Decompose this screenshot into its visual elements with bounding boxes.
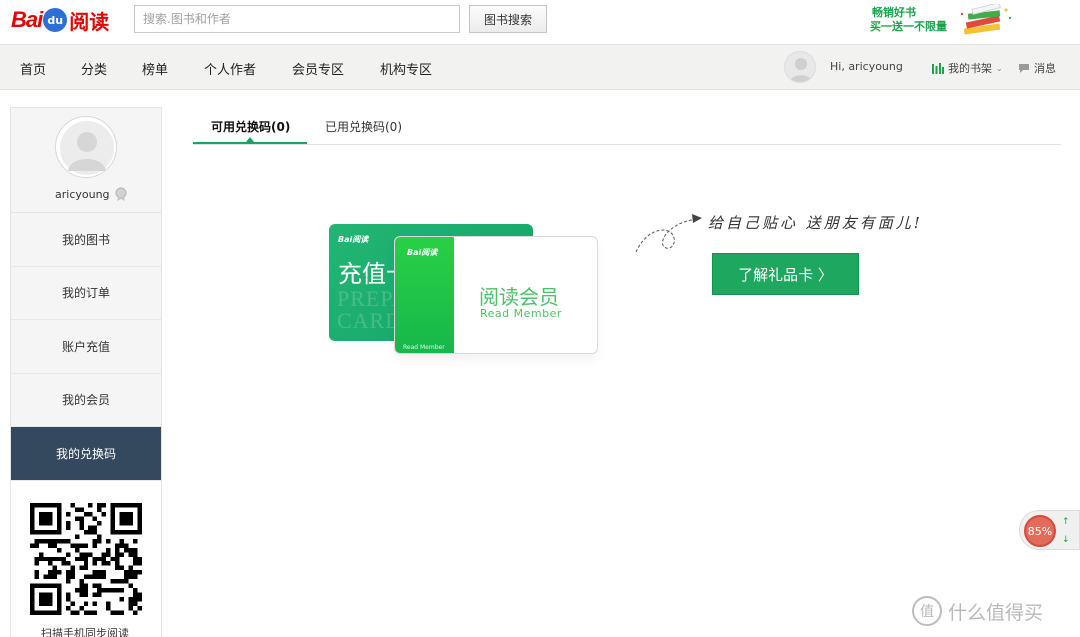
qr-code-icon [30, 502, 142, 615]
watermark-logo-icon: 值 [912, 596, 942, 626]
progress-percent: 85% [1024, 515, 1056, 547]
nav-item-personal-author[interactable]: 个人作者 [204, 59, 256, 78]
member-card-strip: Bai阅读 Read Member [395, 237, 454, 353]
member-card-logo: Bai阅读 [407, 248, 438, 257]
member-card: Bai阅读 Read Member 阅读会员 Read Member [394, 236, 598, 354]
scroll-arrows: ↑ ↓ [1062, 513, 1070, 549]
member-card-title-en: Read Member [480, 307, 562, 320]
gift-tagline: 给自己贴心 送朋友有面儿! [708, 214, 923, 232]
bookshelf-label: 我的书架 [948, 62, 992, 75]
top-bar: Bai du 阅读 图书搜索 畅销好书 买一送一不限量 [0, 0, 1080, 44]
logo-du: du [43, 8, 68, 32]
sidebar-item-my-orders[interactable]: 我的订单 [11, 266, 161, 320]
learn-gift-card-button[interactable]: 了解礼品卡 〉 [712, 253, 859, 295]
doodle-arrow-icon [635, 214, 702, 253]
arrow-up-icon[interactable]: ↑ [1062, 513, 1070, 531]
sidebar-item-my-redeem-codes[interactable]: 我的兑换码 [11, 427, 161, 481]
search-input[interactable] [134, 5, 460, 33]
profile-card: aricyoung [11, 108, 161, 213]
nav-item-member-zone[interactable]: 会员专区 [292, 59, 344, 78]
active-tab-underline [193, 142, 307, 144]
scroll-float-widget[interactable]: 85% ↑ ↓ [1019, 510, 1080, 550]
book-search-button[interactable]: 图书搜索 [469, 5, 547, 33]
sidebar-item-my-membership[interactable]: 我的会员 [11, 373, 161, 427]
logo-bai: Bai [11, 7, 43, 32]
messages-link[interactable]: 消息 [1018, 60, 1056, 76]
member-strip-label: Read Member [403, 344, 445, 351]
my-bookshelf-menu[interactable]: 我的书架 ⌄ [932, 60, 1003, 76]
tab-used-codes[interactable]: 已用兑换码(0) [325, 118, 402, 135]
default-avatar-icon [790, 58, 812, 82]
nav-item-institution-zone[interactable]: 机构专区 [380, 59, 432, 78]
profile-username-row: aricyoung [55, 186, 129, 202]
messages-label: 消息 [1034, 62, 1056, 75]
default-avatar-icon [60, 121, 114, 175]
baidu-yuedu-logo[interactable]: Bai du 阅读 [11, 6, 109, 34]
watermark-text: 什么值得买 [948, 601, 1044, 624]
promo-banner[interactable]: 畅销好书 买一送一不限量 [870, 4, 1020, 42]
redeem-code-tabs: 可用兑换码(0) 已用兑换码(0) [193, 107, 1061, 145]
site-watermark: 值 什么值得买 [912, 596, 1043, 626]
qr-section: 扫描手机同步阅读 [11, 480, 161, 637]
member-card-title-cn: 阅读会员 [479, 285, 559, 309]
arrow-down-icon[interactable]: ↓ [1062, 531, 1070, 549]
logo-yuedu: 阅读 [69, 9, 110, 34]
prepaid-card-logo: Bai阅读 [338, 235, 369, 244]
promo-line2: 买一送一不限量 [870, 20, 947, 33]
nav-item-ranking[interactable]: 榜单 [142, 59, 168, 78]
nav-item-home[interactable]: 首页 [20, 59, 46, 78]
nav-item-category[interactable]: 分类 [81, 59, 107, 78]
profile-username[interactable]: aricyoung [55, 188, 110, 201]
main-nav: 首页 分类 榜单 个人作者 会员专区 机构专区 Hi, aricyoung 我的… [0, 44, 1080, 90]
books-illustration-icon [960, 4, 1012, 35]
gift-cards-illustration: Bai阅读 充值卡 PREPAID CARD Bai阅读 Read Member… [326, 222, 646, 367]
message-icon [1019, 63, 1029, 73]
user-avatar[interactable] [784, 51, 816, 83]
sidebar-item-my-books[interactable]: 我的图书 [11, 213, 161, 267]
qr-caption: 扫描手机同步阅读 [41, 626, 129, 637]
tab-available-codes[interactable]: 可用兑换码(0) [211, 118, 290, 135]
user-sidebar: aricyoung 我的图书 我的订单 账户充值 我的会员 我的兑换码 扫描手机… [10, 107, 162, 637]
bookshelf-icon [932, 62, 944, 74]
chevron-down-icon: ⌄ [996, 63, 1003, 73]
vip-badge-icon[interactable] [113, 186, 129, 202]
sidebar-item-account-recharge[interactable]: 账户充值 [11, 320, 161, 374]
user-greeting[interactable]: Hi, aricyoung [830, 60, 903, 73]
profile-avatar[interactable] [55, 116, 117, 178]
